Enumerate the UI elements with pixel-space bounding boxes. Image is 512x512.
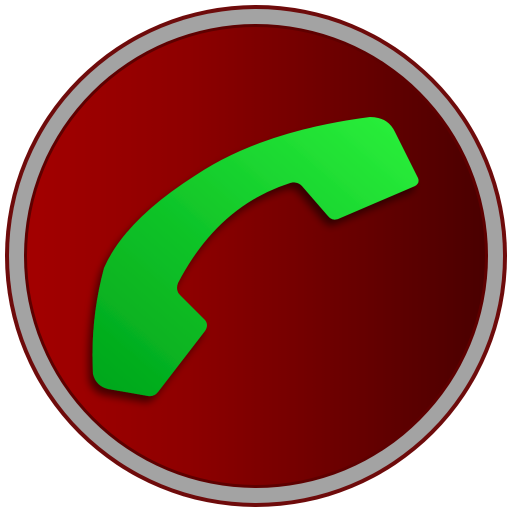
app-icon-graphic — [5, 5, 507, 507]
call-recorder-app-icon[interactable] — [0, 0, 512, 512]
red-disc — [27, 27, 485, 485]
